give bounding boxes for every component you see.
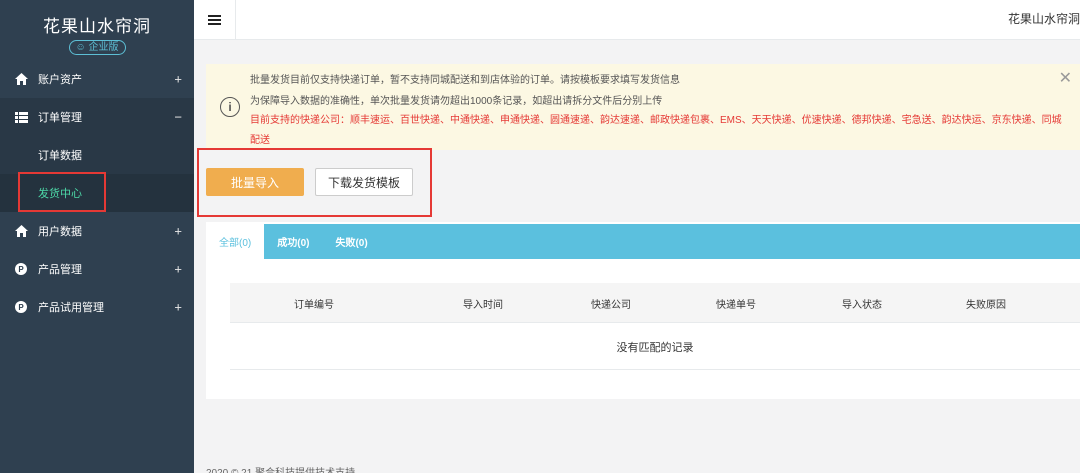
notice-line-2: 为保障导入数据的准确性，单次批量发货请勿超出1000条记录，如超出请拆分文件后分…	[250, 96, 663, 107]
sidebar-item-account-assets[interactable]: 账户资产 +	[0, 60, 194, 98]
p-circle-icon: P	[14, 300, 28, 314]
sidebar-item-product-trial[interactable]: P 产品试用管理 +	[0, 288, 194, 326]
notice-line-1: 批量发货目前仅支持快递订单，暂不支持同城配送和到店体验的订单。请按模板要求填写发…	[250, 75, 680, 86]
menu-toggle-button[interactable]	[194, 0, 236, 40]
sidebar-item-label: 账户资产	[38, 74, 82, 86]
footer-text: 2020 © 21 聚合科技提供技术支持	[206, 464, 355, 473]
column-header[interactable]: 快递单号	[716, 283, 756, 323]
collapse-icon: −	[174, 109, 182, 125]
close-icon[interactable]: ✕	[1059, 68, 1072, 88]
sidebar-item-order-management[interactable]: 订单管理 −	[0, 98, 194, 136]
highlight-box	[18, 172, 106, 212]
empty-table-message: 没有匹配的记录	[230, 324, 1080, 370]
column-header[interactable]: 导入状态	[842, 283, 882, 323]
edition-badge: ☺ 企业版	[68, 40, 126, 55]
hamburger-icon	[208, 15, 221, 25]
info-icon: i	[220, 97, 240, 117]
sidebar-item-label: 产品管理	[38, 264, 82, 276]
sidebar: 花果山水帘洞 ☺ 企业版 账户资产 + 订单管理 − 订单数据 发货中心 用户数…	[0, 0, 194, 473]
enterprise-icon: ☺	[75, 42, 86, 53]
notice-supported-carriers: 目前支持的快递公司：顺丰速运、百世快递、中通快递、申通快递、圆通速递、韵达速递、…	[250, 115, 1062, 146]
brand: 花果山水帘洞 ☺ 企业版	[0, 0, 194, 60]
brand-title: 花果山水帘洞	[43, 17, 151, 36]
expand-icon: +	[174, 71, 182, 87]
sidebar-item-label: 产品试用管理	[38, 302, 104, 314]
sidebar-subitem-order-data[interactable]: 订单数据	[0, 136, 194, 174]
table-header: 订单编号 导入时间 快递公司 快递单号 导入状态 失败原因	[230, 283, 1080, 323]
topbar: 花果山水帘洞	[194, 0, 1080, 40]
sidebar-item-user-data[interactable]: 用户数据 +	[0, 212, 194, 250]
batch-import-button[interactable]: 批量导入	[206, 168, 304, 196]
tab-failed[interactable]: 失败(0)	[322, 224, 380, 259]
download-template-button[interactable]: 下载发货模板	[315, 168, 413, 196]
home-icon	[14, 72, 28, 86]
column-header[interactable]: 快递公司	[591, 283, 631, 323]
status-tabs: 全部(0) 成功(0) 失败(0)	[206, 224, 1080, 259]
sidebar-item-label: 订单管理	[38, 112, 82, 124]
column-header[interactable]: 订单编号	[294, 283, 334, 323]
top-user-name[interactable]: 花果山水帘洞	[1008, 10, 1080, 27]
column-header[interactable]: 导入时间	[463, 283, 503, 323]
column-header[interactable]: 失败原因	[966, 283, 1006, 323]
expand-icon: +	[174, 223, 182, 239]
home-icon	[14, 224, 28, 238]
list-icon	[14, 110, 28, 124]
tab-success[interactable]: 成功(0)	[264, 224, 322, 259]
tab-all[interactable]: 全部(0)	[206, 224, 265, 259]
sidebar-item-label: 用户数据	[38, 226, 82, 238]
p-circle-icon: P	[14, 262, 28, 276]
expand-icon: +	[174, 299, 182, 315]
notice-alert: i 批量发货目前仅支持快递订单，暂不支持同城配送和到店体验的订单。请按模板要求填…	[206, 64, 1080, 150]
sidebar-item-product-management[interactable]: P 产品管理 +	[0, 250, 194, 288]
edition-badge-label: 企业版	[88, 42, 119, 53]
expand-icon: +	[174, 261, 182, 277]
